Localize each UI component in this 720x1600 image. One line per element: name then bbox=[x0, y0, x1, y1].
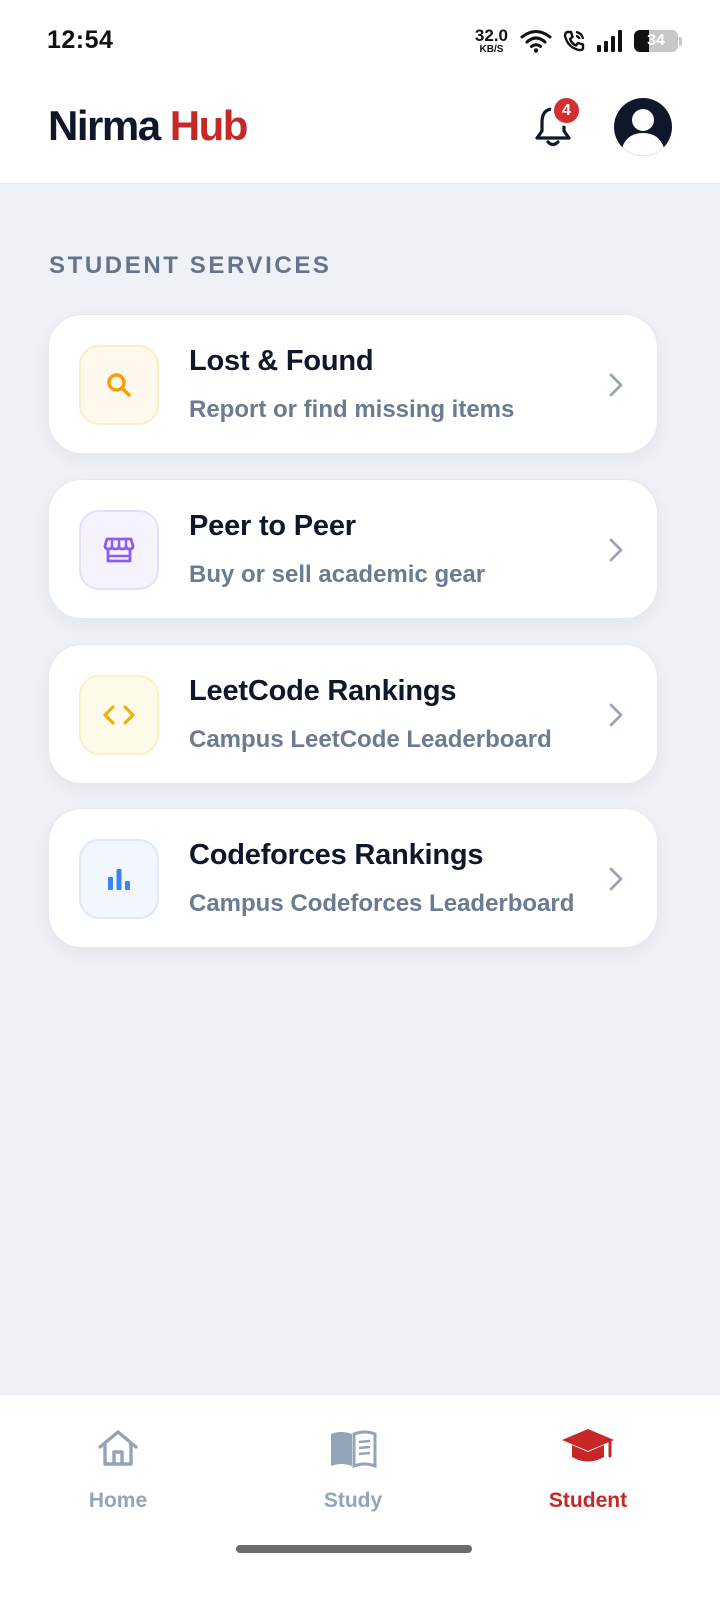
bar-chart-icon bbox=[108, 869, 130, 890]
service-title: LeetCode Rankings bbox=[189, 675, 457, 707]
net-speed-unit: KB/S bbox=[479, 44, 504, 55]
net-speed-value: 32.0 bbox=[474, 26, 508, 45]
battery-icon: 34 bbox=[634, 30, 678, 52]
service-subtitle: Buy or sell academic gear bbox=[189, 561, 486, 588]
brand-name-part2: Hub bbox=[169, 102, 249, 149]
store-icon bbox=[103, 537, 135, 563]
wifi-icon bbox=[520, 30, 552, 53]
service-card-leetcode-rankings[interactable]: LeetCode Rankings Campus LeetCode Leader… bbox=[48, 644, 658, 784]
graduation-cap-icon bbox=[562, 1429, 614, 1462]
nav-item-study[interactable]: Study bbox=[253, 1395, 453, 1535]
section-title: STUDENT SERVICES bbox=[49, 252, 332, 279]
status-time: 12:54 bbox=[47, 26, 114, 54]
home-indicator[interactable] bbox=[236, 1545, 472, 1553]
code-icon bbox=[103, 705, 135, 725]
service-subtitle: Campus Codeforces Leaderboard bbox=[189, 890, 575, 917]
nav-label: Study bbox=[323, 1489, 383, 1512]
service-card-lost-found[interactable]: Lost & Found Report or find missing item… bbox=[48, 314, 658, 454]
service-card-peer-to-peer[interactable]: Peer to Peer Buy or sell academic gear bbox=[48, 479, 658, 619]
service-icon-tile bbox=[79, 675, 159, 755]
brand-name-part1: Nirma bbox=[48, 102, 161, 149]
status-icons: 32.0 KB/S 34 bbox=[475, 26, 682, 56]
battery-cap bbox=[679, 36, 682, 46]
bottom-nav: Home Study Student bbox=[0, 1394, 720, 1600]
book-icon bbox=[331, 1430, 377, 1468]
home-icon bbox=[98, 1430, 138, 1466]
app-logo[interactable]: Nirma Hub bbox=[48, 102, 249, 150]
nav-label: Home bbox=[88, 1489, 148, 1512]
service-subtitle: Report or find missing items bbox=[189, 396, 515, 423]
chevron-right-icon bbox=[609, 538, 623, 562]
nav-item-home[interactable]: Home bbox=[18, 1395, 218, 1535]
service-title: Lost & Found bbox=[189, 345, 374, 377]
service-title: Peer to Peer bbox=[189, 510, 356, 542]
search-icon bbox=[107, 373, 131, 397]
chevron-right-icon bbox=[609, 373, 623, 397]
net-speed: 32.0 KB/S bbox=[475, 27, 508, 55]
service-icon-tile bbox=[79, 345, 159, 425]
chevron-right-icon bbox=[609, 703, 623, 727]
chevron-right-icon bbox=[609, 867, 623, 891]
nav-item-student[interactable]: Student bbox=[488, 1395, 688, 1535]
battery-level: 34 bbox=[647, 32, 665, 49]
user-icon bbox=[622, 109, 664, 156]
top-bar: 12:54 32.0 KB/S 34 Nirma Hub 4 bbox=[0, 0, 720, 184]
call-icon bbox=[563, 30, 585, 52]
nav-label: Student bbox=[548, 1489, 628, 1512]
app-header: Nirma Hub 4 bbox=[0, 82, 720, 184]
signal-icon bbox=[597, 30, 622, 52]
service-title: Codeforces Rankings bbox=[189, 839, 484, 871]
notification-badge: 4 bbox=[551, 95, 582, 126]
service-card-codeforces-rankings[interactable]: Codeforces Rankings Campus Codeforces Le… bbox=[48, 808, 658, 948]
service-subtitle: Campus LeetCode Leaderboard bbox=[189, 726, 552, 753]
service-icon-tile bbox=[79, 839, 159, 919]
status-bar: 12:54 32.0 KB/S 34 bbox=[0, 0, 720, 82]
service-icon-tile bbox=[79, 510, 159, 590]
profile-avatar[interactable] bbox=[614, 98, 672, 156]
